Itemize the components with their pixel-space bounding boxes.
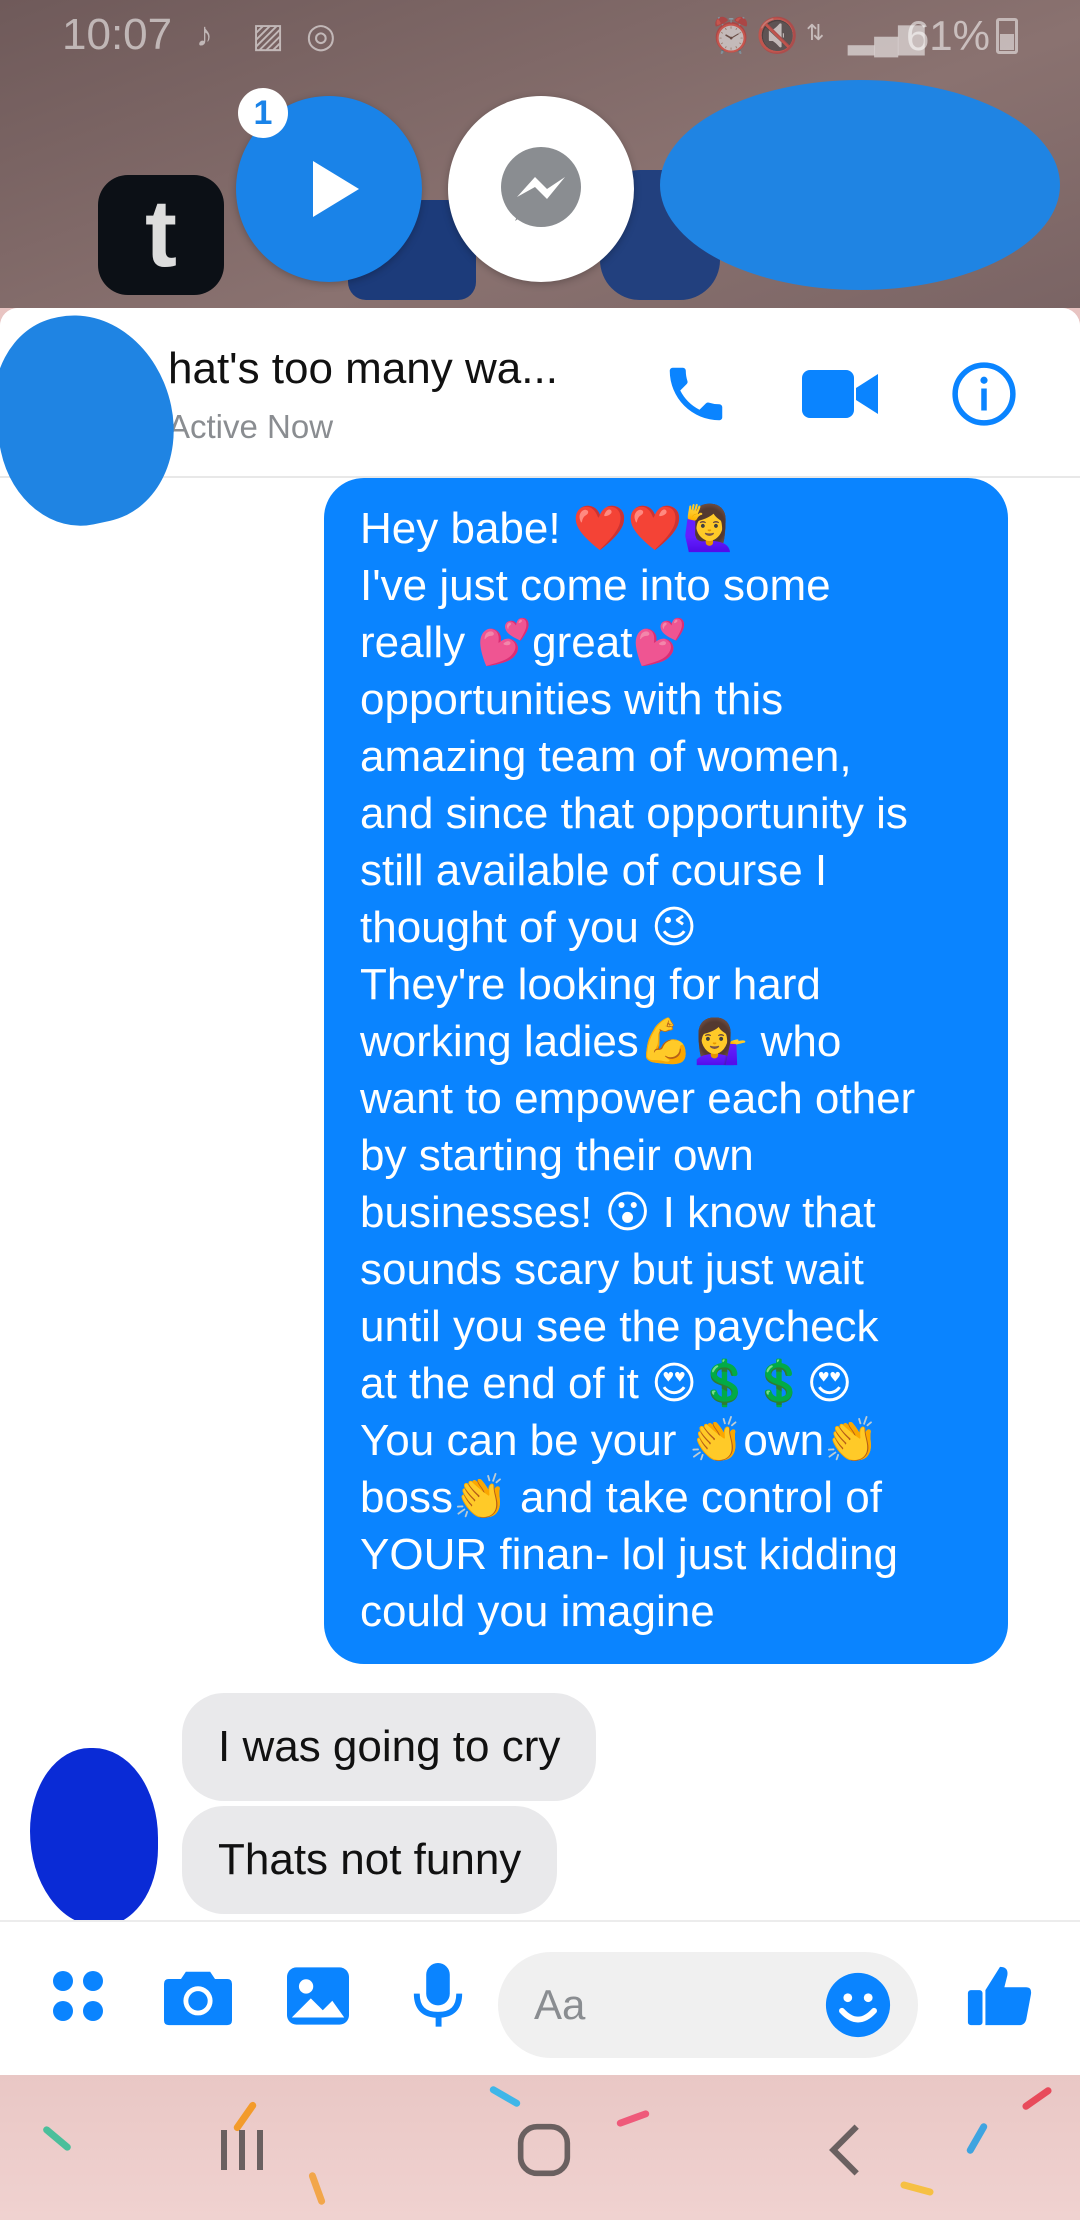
home-icon [517,2123,571,2177]
message-line: really 💕great💕 [360,618,688,667]
message-line: amazing team of women, [360,732,852,781]
incoming-message[interactable]: Thats not funny [182,1806,558,1914]
message-line: by starting their own [360,1131,754,1180]
message-line: could you imagine [360,1587,715,1636]
message-line: thought of you 😉 [360,903,697,952]
unread-badge: 1 [238,88,288,138]
messenger-chat-head[interactable] [448,96,634,282]
contact-avatar[interactable] [30,1748,158,1926]
alarm-icon: ⏰ [710,17,753,55]
gallery-button[interactable] [278,1956,358,2036]
more-actions-button[interactable] [38,1956,118,2036]
conversation-title[interactable]: hat's too many wa... [168,344,558,394]
image-icon: ▨ [252,17,285,55]
recents-icon [221,2130,263,2170]
voice-call-button[interactable] [656,354,736,434]
status-time: 10:07 [62,10,173,59]
message-line: They're looking for hard [360,960,821,1009]
chat-panel: hat's too many wa... Active Now Hey babe… [0,308,1080,2075]
message-line: still available of course I [360,846,828,895]
mute-icon: 🔇 [756,17,799,55]
like-button[interactable] [960,1956,1040,2036]
battery-percent: 61% [905,12,990,59]
four-dots-icon [53,1971,103,2021]
voice-message-button[interactable] [398,1956,478,2036]
microphone-icon [413,1963,463,2027]
battery-icon [996,18,1018,54]
smiley-icon [825,1972,891,2038]
info-icon [952,362,1016,426]
messenger-logo-icon [501,147,581,227]
back-button[interactable] [805,2115,885,2185]
messenger-icon: ◎ [306,17,336,55]
music-note-icon: ♪ [196,16,213,54]
message-line: businesses! 😮 I know that [360,1188,876,1237]
video-call-button[interactable] [800,354,880,434]
message-line: YOUR finan- lol just kidding [360,1530,899,1579]
tumblr-icon: t [98,175,224,295]
system-nav-bar [0,2075,1080,2220]
play-icon [313,161,359,217]
message-line: and since that opportunity is [360,789,908,838]
message-line: I've just come into some [360,561,831,610]
status-bar: 10:07 ♪ ▨ ◎ ⏰ 🔇 ⇅ ▂▄▆ 61% [0,0,1080,72]
message-input[interactable] [534,1952,814,2058]
message-line: want to empower each other [360,1074,916,1123]
message-line: at the end of it 😍💲💲😍 [360,1359,853,1408]
message-input-wrapper [498,1952,918,2058]
recent-apps-button[interactable] [203,2115,283,2185]
message-line: boss👏 and take control of [360,1473,882,1522]
photo-icon [287,1967,349,2025]
home-button[interactable] [504,2115,584,2185]
camera-button[interactable] [158,1956,238,2036]
message-line: until you see the paycheck [360,1302,879,1351]
back-icon [829,2124,859,2176]
message-line: sounds scary but just wait [360,1245,864,1294]
emoji-button[interactable] [818,1965,898,2045]
camera-icon [164,1971,232,2026]
message-composer [0,1920,1080,2075]
thumbs-up-icon [967,1966,1032,2026]
video-camera-icon [802,370,878,418]
phone-icon [669,367,723,421]
message-line: You can be your 👏own👏 [360,1416,879,1465]
outgoing-message[interactable]: Hey babe! ❤️❤️🙋‍♀️ I've just come into so… [324,478,1008,1664]
active-status: Active Now [168,408,334,445]
message-line: working ladies💪💁‍♀️ who [360,1017,842,1066]
data-icon: ⇅ [806,20,825,45]
message-line: Hey babe! ❤️❤️🙋‍♀️ [360,504,738,553]
message-line: opportunities with this [360,675,784,724]
info-button[interactable] [944,354,1024,434]
redacted-chat-head[interactable] [660,80,1060,290]
incoming-message[interactable]: I was going to cry [182,1693,597,1801]
